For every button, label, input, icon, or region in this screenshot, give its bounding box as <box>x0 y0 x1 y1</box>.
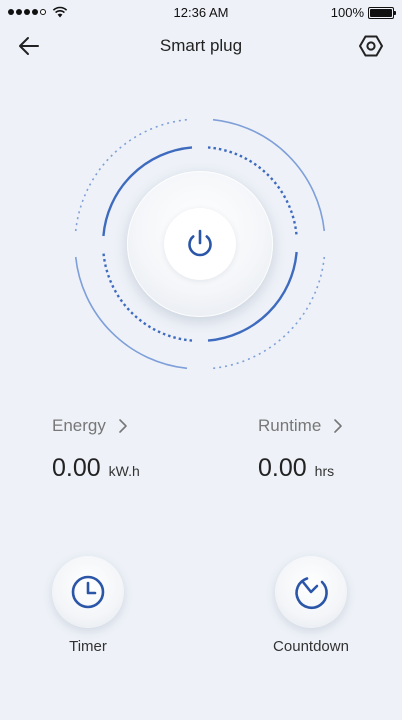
power-button[interactable] <box>164 208 236 280</box>
countdown-button[interactable] <box>275 556 347 628</box>
energy-label: Energy <box>52 416 106 435</box>
timer-action: Timer <box>28 556 148 655</box>
hexagon-gear-icon <box>359 35 383 57</box>
runtime-link[interactable]: Runtime <box>258 416 402 436</box>
runtime-value: 0.00 <box>258 454 307 482</box>
countdown-label: Countdown <box>273 638 349 655</box>
countdown-timer-icon <box>295 577 328 610</box>
page-title: Smart plug <box>159 36 243 55</box>
power-control <box>72 116 328 372</box>
power-icon <box>188 229 212 257</box>
timer-label: Timer <box>69 638 107 655</box>
nav-bar: Smart plug <box>0 28 402 64</box>
energy-stat: Energy 0.00 kW.h <box>52 416 202 483</box>
runtime-reading: 0.00 hrs <box>258 454 402 483</box>
battery-icon <box>368 6 396 19</box>
battery-status: 100% <box>330 5 396 20</box>
countdown-action: Countdown <box>251 556 371 655</box>
energy-unit: kW.h <box>108 463 140 479</box>
settings-button[interactable] <box>358 33 384 59</box>
power-button-base <box>127 171 273 317</box>
chevron-right-icon <box>334 419 343 433</box>
runtime-label: Runtime <box>258 416 322 435</box>
smart-plug-screen: 12:36 AM 100% Smart plug Energy 0.00 kW.… <box>0 0 402 720</box>
clock-icon <box>71 575 105 609</box>
runtime-unit: hrs <box>314 463 335 479</box>
energy-link[interactable]: Energy <box>52 416 202 436</box>
timer-button[interactable] <box>52 556 124 628</box>
energy-reading: 0.00 kW.h <box>52 454 202 483</box>
runtime-stat: Runtime 0.00 hrs <box>258 416 402 483</box>
chevron-right-icon <box>119 419 127 433</box>
energy-value: 0.00 <box>52 454 101 482</box>
status-bar: 12:36 AM 100% <box>0 0 402 24</box>
battery-percent: 100% <box>330 5 364 20</box>
